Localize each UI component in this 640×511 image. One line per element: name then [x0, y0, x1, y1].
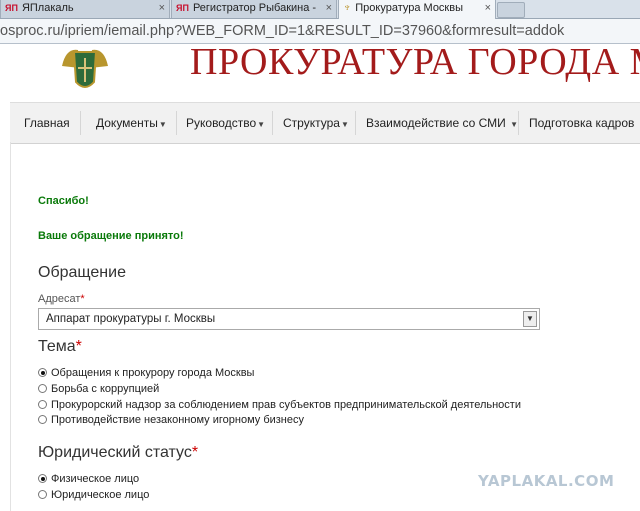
nav-label: Документы	[96, 116, 158, 130]
site-header: ПРОКУРАТУРА ГОРОДА МОСКВЫ	[0, 44, 640, 102]
radio-label: Обращения к прокурору города Москвы	[51, 367, 255, 379]
radio-label: Юридическое лицо	[51, 489, 150, 501]
tab-title: Прокуратура Москвы	[355, 2, 463, 14]
addressee-label: Адресат*	[38, 293, 85, 305]
radio-button[interactable]	[38, 474, 47, 483]
nav-divider	[176, 111, 177, 135]
nav-item-training[interactable]: Подготовка кадров ▼	[529, 103, 640, 143]
legal-status-heading: Юридический статус*	[38, 444, 198, 462]
nav-divider	[518, 111, 519, 135]
close-tab-icon[interactable]: ×	[485, 0, 491, 17]
watermark: YAPLAKAL.COM	[478, 472, 615, 490]
nav-label: Взаимодействие со СМИ	[366, 116, 506, 130]
radio-button[interactable]	[38, 490, 47, 499]
topic-option[interactable]: Прокурорский надзор за соблюдением прав …	[38, 398, 521, 413]
chevron-down-icon: ▼	[257, 120, 266, 129]
addressee-selected-value: Аппарат прокуратуры г. Москвы	[46, 313, 216, 325]
url-text[interactable]: osproc.ru/ipriem/iemail.php?WEB_FORM_ID=…	[0, 21, 564, 41]
radio-label: Физическое лицо	[51, 473, 140, 485]
required-mark: *	[75, 338, 82, 355]
nav-divider	[272, 111, 273, 135]
nav-divider	[80, 111, 81, 135]
topic-heading: Тема*	[38, 338, 82, 356]
required-mark: *	[80, 293, 85, 305]
topic-option[interactable]: Борьба с коррупцией	[38, 382, 159, 397]
legal-status-option[interactable]: Физическое лицо	[38, 472, 139, 487]
topic-option[interactable]: Противодействие незаконному игорному биз…	[38, 413, 304, 428]
content-border	[10, 142, 11, 511]
tab-prokuratura[interactable]: ♆ Прокуратура Москвы ×	[338, 0, 496, 19]
nav-divider	[355, 111, 356, 135]
address-bar[interactable]: osproc.ru/ipriem/iemail.php?WEB_FORM_ID=…	[0, 19, 640, 44]
accepted-message: Ваше обращение принято!	[38, 230, 184, 242]
nav-label: Руководство	[186, 116, 257, 130]
radio-label: Борьба с коррупцией	[51, 383, 160, 395]
tab-title: ЯПлакаль	[21, 2, 74, 14]
nav-label: Подготовка кадров	[529, 116, 635, 130]
eagle-icon: ♆	[343, 2, 352, 14]
close-tab-icon[interactable]: ×	[326, 0, 332, 17]
radio-label: Прокурорский надзор за соблюдением прав …	[51, 399, 521, 411]
nav-item-media[interactable]: Взаимодействие со СМИ ▼	[366, 103, 518, 143]
nav-item-leadership[interactable]: Руководство▼	[186, 103, 265, 143]
prosecutor-emblem-icon	[62, 49, 108, 88]
topic-heading-text: Тема	[38, 338, 76, 355]
radio-button[interactable]	[38, 400, 47, 409]
thanks-message: Спасибо!	[38, 195, 89, 207]
close-tab-icon[interactable]: ×	[159, 0, 165, 17]
chevron-down-icon: ▼	[510, 120, 519, 129]
form-heading: Обращение	[38, 264, 126, 281]
site-title: ПРОКУРАТУРА ГОРОДА МОСКВЫ	[190, 44, 640, 83]
radio-button[interactable]	[38, 415, 47, 424]
nav-label: Главная	[24, 116, 70, 130]
addressee-label-text: Адресат	[38, 293, 81, 305]
addressee-select[interactable]: Аппарат прокуратуры г. Москвы ▼	[38, 308, 540, 330]
tab-registrator[interactable]: ЯП Регистратор Рыбакина - ×	[171, 0, 337, 18]
tab-yaplakal[interactable]: ЯП ЯПлакаль ×	[0, 0, 170, 18]
new-tab-button[interactable]	[497, 2, 525, 18]
chevron-down-icon: ▼	[340, 120, 349, 129]
yaplakal-favicon: ЯП	[5, 3, 18, 13]
tab-title: Регистратор Рыбакина -	[192, 2, 317, 14]
yaplakal-favicon: ЯП	[176, 3, 189, 13]
topic-option[interactable]: Обращения к прокурору города Москвы	[38, 366, 254, 381]
radio-button[interactable]	[38, 384, 47, 393]
legal-status-heading-text: Юридический статус	[38, 444, 192, 461]
main-nav: Главная Документы▼ Руководство▼ Структур…	[10, 102, 640, 144]
nav-item-home[interactable]: Главная	[24, 103, 70, 143]
chevron-down-icon: ▼	[158, 120, 167, 129]
nav-item-documents[interactable]: Документы▼	[96, 103, 167, 143]
nav-label: Структура	[283, 116, 340, 130]
chevron-down-icon[interactable]: ▼	[523, 311, 537, 327]
browser-tab-strip: ЯП ЯПлакаль × ЯП Регистратор Рыбакина - × …	[0, 0, 640, 19]
radio-label: Противодействие незаконному игорному биз…	[51, 414, 304, 426]
nav-item-structure[interactable]: Структура▼	[283, 103, 349, 143]
legal-status-option[interactable]: Юридическое лицо	[38, 488, 149, 503]
radio-button[interactable]	[38, 368, 47, 377]
required-mark: *	[191, 444, 199, 461]
